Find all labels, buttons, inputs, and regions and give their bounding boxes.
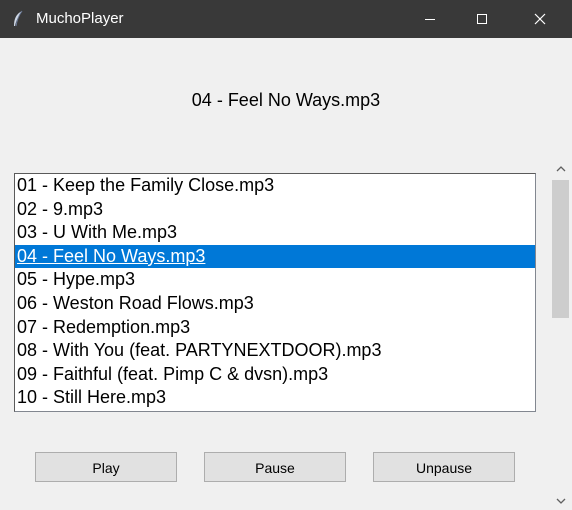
now-playing-label: 04 - Feel No Ways.mp3 bbox=[191, 90, 381, 110]
feather-icon bbox=[10, 10, 26, 28]
title-bar[interactable]: MuchoPlayer bbox=[0, 0, 572, 38]
playlist-item[interactable]: 10 - Still Here.mp3 bbox=[15, 386, 535, 410]
playlist-listbox[interactable]: 01 - Keep the Family Close.mp3 02 - 9.mp… bbox=[14, 173, 536, 412]
window-title: MuchoPlayer bbox=[36, 10, 124, 27]
maximize-icon bbox=[477, 14, 487, 24]
playlist-item[interactable]: 01 - Keep the Family Close.mp3 bbox=[15, 174, 535, 198]
vertical-scrollbar[interactable] bbox=[550, 160, 572, 510]
playlist-item[interactable]: 09 - Faithful (feat. Pimp C & dvsn).mp3 bbox=[15, 363, 535, 387]
playlist-item[interactable]: 05 - Hype.mp3 bbox=[15, 268, 535, 292]
minimize-icon bbox=[425, 19, 435, 20]
scroll-down-button[interactable] bbox=[550, 492, 572, 510]
play-button[interactable]: Play bbox=[35, 452, 177, 482]
chevron-down-icon bbox=[556, 498, 566, 504]
playlist-item[interactable]: 02 - 9.mp3 bbox=[15, 198, 535, 222]
playlist-item[interactable]: 06 - Weston Road Flows.mp3 bbox=[15, 292, 535, 316]
unpause-button[interactable]: Unpause bbox=[373, 452, 515, 482]
pause-button[interactable]: Pause bbox=[204, 452, 346, 482]
chevron-up-icon bbox=[556, 166, 566, 172]
maximize-button[interactable] bbox=[456, 0, 508, 38]
close-icon bbox=[534, 13, 546, 25]
scroll-up-button[interactable] bbox=[550, 160, 572, 178]
scroll-thumb[interactable] bbox=[552, 180, 569, 318]
playlist-item[interactable]: 04 - Feel No Ways.mp3 bbox=[15, 244, 535, 269]
minimize-button[interactable] bbox=[404, 0, 456, 38]
playlist-item[interactable]: 07 - Redemption.mp3 bbox=[15, 316, 535, 340]
playlist-item[interactable]: 08 - With You (feat. PARTYNEXTDOOR).mp3 bbox=[15, 339, 535, 363]
close-button[interactable] bbox=[510, 0, 572, 38]
playlist-item[interactable]: 03 - U With Me.mp3 bbox=[15, 221, 535, 245]
